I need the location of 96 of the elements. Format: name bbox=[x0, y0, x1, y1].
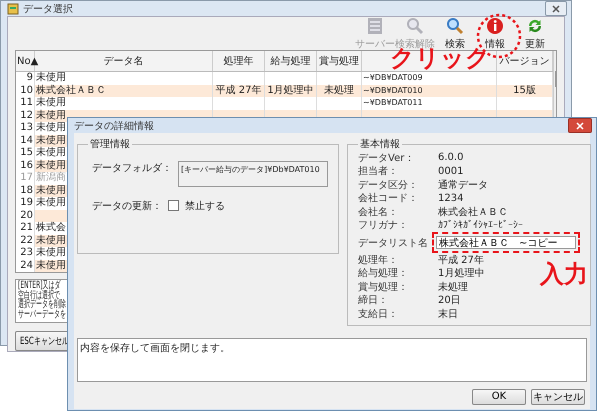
table-cell: 23 bbox=[20, 247, 33, 260]
field-value: 末日 bbox=[438, 308, 458, 321]
table-cell: 22 bbox=[20, 234, 33, 247]
field-label: 締日： bbox=[358, 294, 389, 308]
note-text: 空白行は選択で bbox=[18, 290, 60, 300]
table-cell-text: ~¥DB¥DAT010 bbox=[363, 84, 423, 96]
ok-button[interactable]: OK bbox=[472, 388, 526, 404]
field-label: 賞与処理： bbox=[358, 280, 409, 294]
field-label: データフォルダ： bbox=[92, 162, 172, 175]
table-cell: 未使用 bbox=[36, 97, 66, 110]
field-value: ｶﾌﾞｼｷｶﾞｲｼｬｴｰﾋﾞｰｼｰ bbox=[438, 219, 523, 232]
field-value: 平成 27年 bbox=[438, 254, 484, 267]
cancel-button[interactable]: キャンセル bbox=[531, 388, 585, 404]
table-cell: 18 bbox=[20, 184, 33, 197]
group-title: 基本情報 bbox=[359, 138, 401, 151]
list-name-field[interactable]: 株式会社ＡＢＣ ~コピー bbox=[436, 236, 576, 249]
table-row[interactable]: 10 株式会社ＡＢＣ 平成 27年 1月処理中 未処理 ~¥DB¥DAT010 15版 bbox=[16, 84, 553, 97]
table-cell: 15版 bbox=[513, 84, 536, 97]
field-label: フリガナ： bbox=[358, 219, 409, 232]
folder-field[interactable]: [キーパー給与のデータ]¥Db¥DAT010 bbox=[178, 161, 328, 187]
table-cell: 9 bbox=[26, 72, 33, 84]
field-value: 通常データ bbox=[438, 178, 488, 192]
table-cell: 未使用 bbox=[36, 72, 66, 84]
table-cell: 21 bbox=[20, 222, 33, 234]
checkbox[interactable] bbox=[168, 200, 179, 211]
search-icon bbox=[446, 16, 464, 34]
table-cell: 平成 27年 bbox=[216, 84, 262, 97]
toolbar-button[interactable]: 更新 bbox=[515, 16, 555, 50]
checkbox-label[interactable]: 禁止する bbox=[185, 199, 225, 213]
magnifier-icon bbox=[406, 16, 424, 34]
field-value: 未処理 bbox=[438, 280, 468, 294]
table-cell: 未処理 bbox=[324, 84, 354, 97]
table-cell-text: 未使用 bbox=[36, 110, 66, 122]
table-cell: 新潟商 bbox=[36, 172, 66, 184]
table-cell-text: 未使用 bbox=[36, 134, 66, 146]
field-label: データVer： bbox=[358, 152, 416, 165]
field-label: 会社名： bbox=[358, 206, 399, 219]
table-cell: 株式会 bbox=[36, 222, 66, 234]
table-cell: 10 bbox=[20, 84, 33, 97]
column-header[interactable]: 賞与処理 bbox=[319, 54, 359, 68]
table-cell-text: 未使用 bbox=[36, 160, 66, 172]
column-header[interactable]: 給与処理 bbox=[270, 54, 310, 68]
toolbar-button[interactable]: 検索 bbox=[435, 16, 475, 50]
note-text: サーバーデータを bbox=[18, 310, 66, 319]
close-button[interactable] bbox=[545, 1, 567, 16]
annotation-text: 入力 bbox=[540, 259, 588, 290]
table-cell: 未使用 bbox=[36, 247, 66, 260]
info-icon bbox=[486, 16, 504, 34]
field-label: データの更新： bbox=[92, 200, 162, 213]
column-header[interactable]: 処理年 bbox=[224, 54, 254, 68]
table-cell-text: ~¥DB¥DAT011 bbox=[363, 97, 423, 109]
field-label: データ区分： bbox=[358, 178, 419, 192]
table-cell: 24 bbox=[20, 260, 33, 272]
field-value: 6.0.0 bbox=[438, 152, 464, 164]
table-cell-text: 未使用 bbox=[36, 184, 66, 196]
field-label: 会社コード： bbox=[358, 192, 419, 206]
table-cell: 未使用 bbox=[36, 197, 66, 210]
field-value: 20日 bbox=[438, 294, 461, 308]
close-button[interactable] bbox=[568, 118, 592, 133]
field-label: 処理年： bbox=[358, 254, 399, 267]
field-value: 1234 bbox=[438, 192, 464, 204]
table-cell: 未使用 bbox=[36, 260, 66, 272]
dialog-title: データの詳細情報 bbox=[74, 120, 155, 132]
field-label: データリスト名 bbox=[358, 236, 429, 250]
table-cell: 未使用 bbox=[36, 122, 66, 134]
close-icon bbox=[576, 122, 584, 130]
note-text: [ENTER]又はダ bbox=[18, 281, 61, 290]
server-icon bbox=[367, 16, 383, 34]
note-text: 選択データを削除 bbox=[18, 300, 66, 310]
app-icon bbox=[7, 2, 19, 14]
field-value: 0001 bbox=[438, 166, 464, 177]
column-header[interactable]: No▲ bbox=[17, 56, 38, 66]
group-title: 管理情報 bbox=[89, 138, 131, 151]
field-label: 支給日： bbox=[358, 308, 399, 321]
table-cell: 20 bbox=[20, 210, 33, 222]
table-cell: 13 bbox=[20, 122, 33, 134]
table-cell: 未使用 bbox=[36, 147, 66, 160]
table-cell-text: 未使用 bbox=[36, 234, 66, 246]
table-cell: 12 bbox=[20, 110, 33, 122]
table-cell: 16 bbox=[20, 160, 33, 172]
field-label: 担当者： bbox=[358, 164, 399, 178]
table-cell: 15 bbox=[20, 147, 33, 160]
table-cell: 19 bbox=[20, 197, 33, 210]
table-cell: 17 bbox=[20, 172, 33, 184]
close-icon bbox=[552, 4, 560, 12]
field-label: 給与処理： bbox=[358, 266, 409, 280]
table-cell-text: 株式会社ＡＢＣ bbox=[36, 84, 106, 96]
field-value: 1月処理中 bbox=[438, 266, 484, 280]
table-cell: 11 bbox=[20, 97, 33, 110]
table-cell: 1月処理中 bbox=[267, 84, 314, 97]
column-header[interactable]: データ名 bbox=[104, 54, 144, 68]
field-value: 株式会社ＡＢＣ bbox=[438, 206, 508, 219]
table-cell: 14 bbox=[20, 134, 33, 147]
column-header[interactable]: バージョン bbox=[500, 54, 550, 68]
table-cell-text: ~¥DB¥DAT009 bbox=[363, 72, 423, 84]
window-title: データ選択 bbox=[23, 2, 74, 16]
